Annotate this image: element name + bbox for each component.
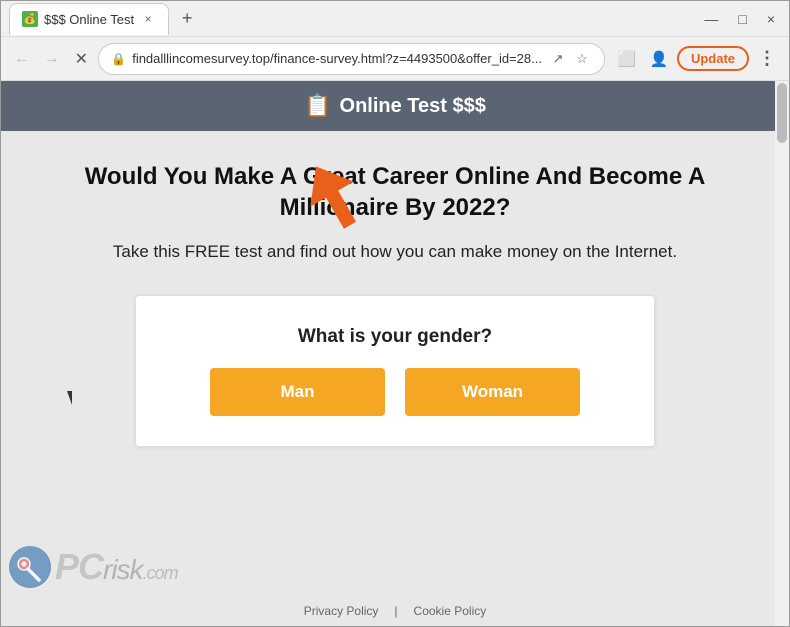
footer-separator: |: [394, 604, 397, 618]
forward-button[interactable]: →: [39, 45, 65, 73]
active-tab[interactable]: 💰 $$$ Online Test ×: [9, 3, 169, 35]
pcrisk-watermark: PCrisk.com: [1, 496, 221, 596]
mouse-cursor: [67, 391, 79, 409]
site-footer: Privacy Policy | Cookie Policy: [1, 596, 789, 626]
menu-button[interactable]: ⋮: [753, 45, 781, 73]
title-bar: 💰 $$$ Online Test × + — □ ×: [1, 1, 789, 37]
lock-icon: 🔒: [111, 52, 126, 66]
url-text: findalllincomesurvey.top/finance-survey.…: [132, 51, 542, 66]
browser-window: 💰 $$$ Online Test × + — □ × ← → ✕ 🔒 find…: [0, 0, 790, 627]
main-heading: Would You Make A Great Career Online And…: [61, 161, 729, 223]
tab-area: 💰 $$$ Online Test × +: [9, 3, 698, 35]
option-woman-button[interactable]: Woman: [405, 368, 580, 416]
address-bar: ← → ✕ 🔒 findalllincomesurvey.top/finance…: [1, 37, 789, 81]
extensions-icon[interactable]: ⬜: [613, 45, 641, 73]
webpage: 📋 Online Test $$$ Would You Make A Great…: [1, 81, 789, 626]
bookmark-icon[interactable]: ☆: [572, 49, 592, 69]
new-tab-button[interactable]: +: [173, 5, 201, 33]
site-header-icon: 📋: [304, 93, 331, 119]
reload-button[interactable]: ✕: [69, 45, 95, 73]
pcrisk-text: PCrisk.com: [55, 546, 178, 588]
toolbar-icons: ⬜ 👤 Update ⋮: [613, 45, 781, 73]
main-subtext: Take this FREE test and find out how you…: [113, 239, 677, 265]
tab-favicon: 💰: [22, 11, 38, 27]
tab-title: $$$ Online Test: [44, 12, 134, 27]
tab-close-button[interactable]: ×: [140, 11, 156, 27]
scrollbar-thumb[interactable]: [777, 83, 787, 143]
pcrisk-logo: PCrisk.com: [9, 546, 178, 588]
url-actions: ↗ ☆: [548, 49, 592, 69]
survey-card: What is your gender? Man Woman: [135, 295, 655, 447]
maximize-button[interactable]: □: [732, 9, 752, 29]
update-button[interactable]: Update: [677, 46, 749, 71]
site-header: 📋 Online Test $$$: [1, 81, 789, 131]
window-controls: — □ ×: [698, 9, 781, 29]
survey-question: What is your gender?: [298, 326, 492, 348]
main-content: Would You Make A Great Career Online And…: [1, 131, 789, 596]
option-man-button[interactable]: Man: [210, 368, 385, 416]
back-button[interactable]: ←: [9, 45, 35, 73]
privacy-policy-link[interactable]: Privacy Policy: [304, 604, 379, 618]
url-bar[interactable]: 🔒 findalllincomesurvey.top/finance-surve…: [98, 43, 605, 75]
minimize-button[interactable]: —: [698, 9, 724, 29]
cookie-policy-link[interactable]: Cookie Policy: [414, 604, 487, 618]
survey-options: Man Woman: [210, 368, 580, 416]
share-icon[interactable]: ↗: [548, 49, 568, 69]
pcrisk-circle-icon: [9, 546, 51, 588]
close-button[interactable]: ×: [761, 9, 781, 29]
profile-icon[interactable]: 👤: [645, 45, 673, 73]
site-header-title: Online Test $$$: [340, 95, 486, 118]
scrollbar[interactable]: [775, 81, 789, 626]
